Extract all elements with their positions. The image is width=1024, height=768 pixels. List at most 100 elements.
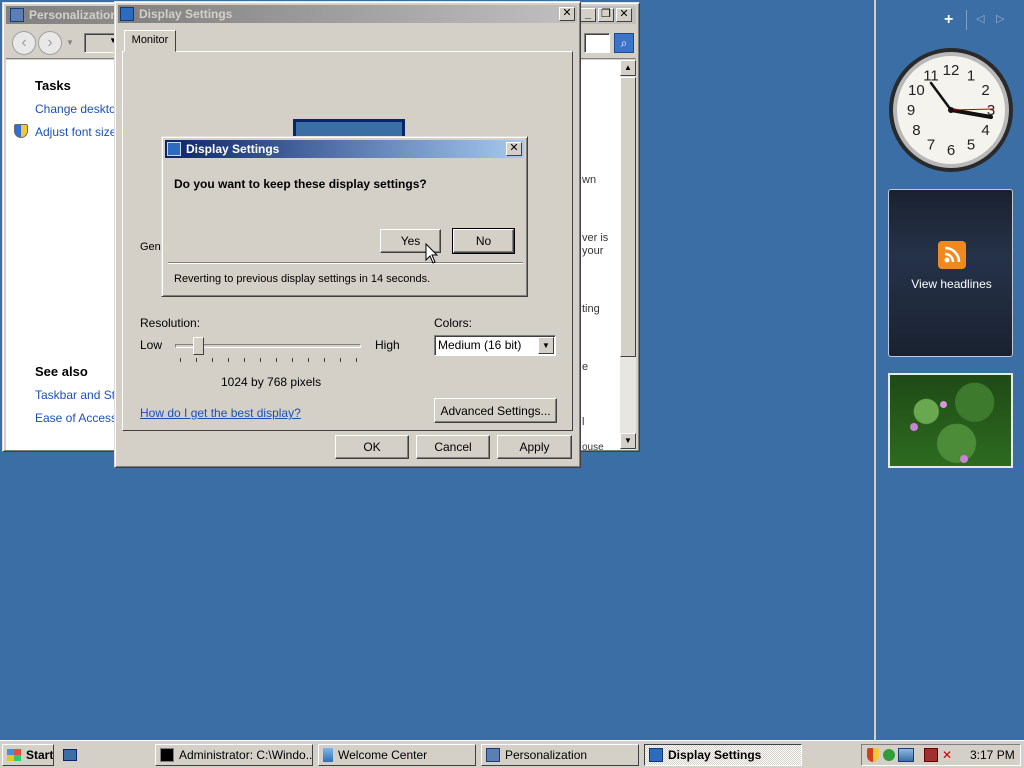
slider-tick xyxy=(196,358,197,362)
taskbar-item-welcome[interactable]: Welcome Center xyxy=(318,744,476,766)
taskbar-item-personalization[interactable]: Personalization xyxy=(481,744,639,766)
confirm-dialog[interactable]: Display Settings ✕ Do you want to keep t… xyxy=(161,136,528,297)
feed-headlines-gadget[interactable]: View headlines xyxy=(888,189,1013,357)
sidebar-divider xyxy=(966,10,967,30)
slider-tick xyxy=(356,358,357,362)
rss-icon xyxy=(938,241,966,269)
help-link[interactable]: How do I get the best display? xyxy=(140,406,301,420)
show-desktop-icon[interactable] xyxy=(63,749,77,761)
slider-tick xyxy=(340,358,341,362)
start-button[interactable]: Start xyxy=(2,744,54,766)
slider-tick xyxy=(324,358,325,362)
slider-ticks xyxy=(180,358,357,362)
restore-button[interactable]: ❐ xyxy=(598,8,614,22)
cmd-icon xyxy=(160,748,174,762)
taskbar-item-cmd[interactable]: Administrator: C:\Windo... xyxy=(155,744,313,766)
search-icon[interactable]: ⌕ xyxy=(614,33,634,53)
right-snippet: e xyxy=(582,361,589,373)
flower-image xyxy=(910,423,918,431)
general-partial-label: Gen xyxy=(140,241,161,253)
adjust-font-size-link[interactable]: Adjust font size ( xyxy=(35,125,124,139)
clock-numeral: 8 xyxy=(912,122,920,139)
chevron-down-icon[interactable]: ▼ xyxy=(538,337,554,354)
change-desktop-link[interactable]: Change desktop xyxy=(35,102,122,116)
network-icon[interactable] xyxy=(898,748,914,762)
tab-monitor-label: Monitor xyxy=(131,34,169,46)
ease-of-access-link[interactable]: Ease of Access xyxy=(35,411,117,425)
taskbar-item-label: Display Settings xyxy=(668,748,762,762)
clock-gadget[interactable]: 12 1234567891011 xyxy=(888,47,1014,173)
colors-select[interactable]: Medium (16 bit) ▼ xyxy=(434,335,556,356)
personalization-icon xyxy=(486,748,500,762)
right-snippet: ouse xyxy=(582,442,604,453)
display-settings-titlebar[interactable]: Display Settings ✕ xyxy=(118,5,577,23)
apply-button[interactable]: Apply xyxy=(497,435,572,459)
clock-numeral: 12 xyxy=(943,62,960,79)
right-snippet: ting xyxy=(582,303,600,315)
clock-numeral: 6 xyxy=(947,142,955,159)
vertical-scrollbar[interactable]: ▲ ▼ xyxy=(620,60,636,450)
close-button[interactable]: ✕ xyxy=(616,8,632,22)
taskbar-item-label: Welcome Center xyxy=(338,748,428,762)
slideshow-gadget[interactable] xyxy=(888,373,1013,468)
start-label: Start xyxy=(26,748,54,762)
add-gadget-icon[interactable]: + xyxy=(944,11,953,29)
close-button[interactable]: ✕ xyxy=(506,142,522,156)
slider-tick xyxy=(180,358,181,362)
taskbar: Start Administrator: C:\Windo... Welcome… xyxy=(0,740,1024,768)
search-input[interactable] xyxy=(584,33,610,53)
cancel-label: Cancel xyxy=(434,440,472,454)
tasks-heading: Tasks xyxy=(35,78,71,93)
tab-monitor[interactable]: Monitor xyxy=(124,30,176,52)
clock-numeral: 7 xyxy=(927,137,935,154)
welcome-icon xyxy=(323,748,333,762)
flower-image xyxy=(960,455,968,463)
network-check-icon[interactable] xyxy=(883,749,895,761)
power-icon[interactable] xyxy=(924,748,938,762)
confirm-dialog-titlebar[interactable]: Display Settings ✕ xyxy=(165,140,524,158)
scroll-down-arrow[interactable]: ▼ xyxy=(620,433,636,449)
ok-button[interactable]: OK xyxy=(335,435,409,459)
clock-numeral: 9 xyxy=(907,102,915,119)
slider-tick xyxy=(260,358,261,362)
volume-muted-icon[interactable]: ✕ xyxy=(942,748,956,762)
clock-numeral: 2 xyxy=(981,82,989,99)
flower-image xyxy=(940,401,947,408)
sidebar: + ◁ ▷ 12 1 2 3 4 5 6 7 8 9 10 11 View headlines xyxy=(874,0,1024,740)
close-button[interactable]: ✕ xyxy=(559,7,575,21)
no-button[interactable]: No xyxy=(452,228,515,254)
next-gadget-icon[interactable]: ▷ xyxy=(996,12,1004,25)
personalization-icon xyxy=(10,8,24,22)
recent-pages-dropdown-icon[interactable]: ▼ xyxy=(66,38,74,47)
taskbar-item-display-settings[interactable]: Display Settings xyxy=(644,744,802,766)
slider-thumb[interactable] xyxy=(193,337,204,355)
forward-button[interactable]: › xyxy=(38,31,62,55)
security-shield-icon[interactable] xyxy=(867,748,879,762)
clock-numeral: 5 xyxy=(967,137,975,154)
yes-label: Yes xyxy=(400,234,421,248)
scroll-up-arrow[interactable]: ▲ xyxy=(620,60,636,76)
cancel-button[interactable]: Cancel xyxy=(416,435,490,459)
advanced-settings-button[interactable]: Advanced Settings... xyxy=(434,398,557,423)
slider-tick xyxy=(244,358,245,362)
slider-tick xyxy=(292,358,293,362)
colors-label: Colors: xyxy=(434,316,473,330)
scroll-thumb[interactable] xyxy=(620,77,636,357)
previous-gadget-icon[interactable]: ◁ xyxy=(976,12,984,25)
dialog-separator xyxy=(168,262,523,264)
taskbar-link[interactable]: Taskbar and Star xyxy=(35,388,126,402)
clock-numeral: 1 xyxy=(967,67,975,84)
minimize-button[interactable]: _ xyxy=(580,8,596,22)
slider-tick xyxy=(308,358,309,362)
clock-numeral: 10 xyxy=(908,82,925,99)
countdown-text: Reverting to previous display settings i… xyxy=(174,273,431,285)
clock-time[interactable]: 3:17 PM xyxy=(970,748,1015,762)
ok-label: OK xyxy=(363,440,381,454)
back-button[interactable]: ‹ xyxy=(12,31,36,55)
colors-select-value: Medium (16 bit) xyxy=(438,338,522,352)
slider-tick xyxy=(276,358,277,362)
personalization-title: Personalization xyxy=(29,8,118,22)
resolution-label: Resolution: xyxy=(140,316,201,330)
resolution-slider[interactable] xyxy=(175,337,361,365)
mouse-cursor-icon xyxy=(425,243,439,264)
